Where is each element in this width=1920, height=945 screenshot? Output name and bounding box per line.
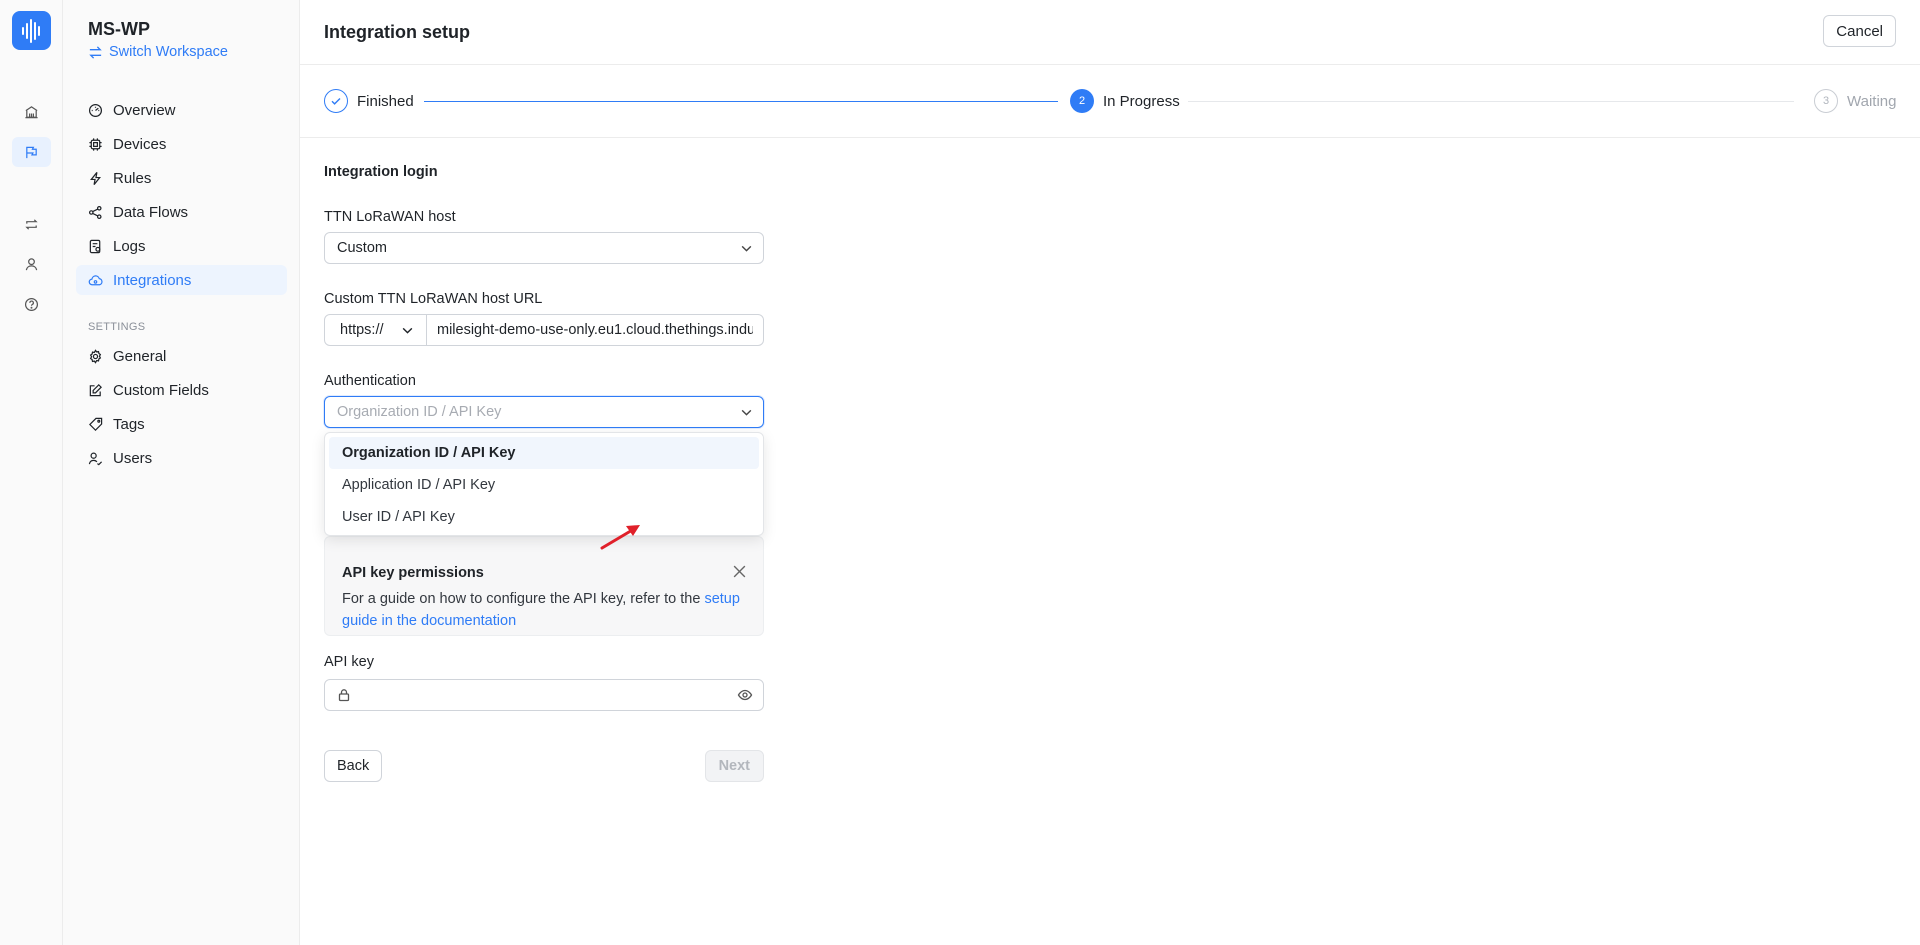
step-waiting: 3 Waiting [1814, 89, 1896, 113]
sidebar-item-rules[interactable]: Rules [76, 163, 287, 193]
host-label: TTN LoRaWAN host [324, 209, 456, 225]
logs-icon [89, 239, 101, 253]
cancel-button[interactable]: Cancel [1823, 15, 1896, 47]
auth-option-application[interactable]: Application ID / API Key [329, 469, 759, 501]
auth-option-organization[interactable]: Organization ID / API Key [329, 437, 759, 469]
step-label: In Progress [1103, 92, 1180, 110]
stepper: Finished 2 In Progress 3 Waiting [300, 65, 1920, 138]
gear-icon [89, 348, 102, 364]
back-button[interactable]: Back [324, 750, 383, 782]
sidebar: MS-WP Switch Workspace Overview Devices … [63, 0, 300, 945]
settings-heading: SETTINGS [88, 321, 146, 333]
repeat-icon [25, 218, 38, 230]
cloud-icon [88, 274, 103, 285]
annotation-arrow-icon [600, 525, 640, 550]
switch-workspace-link[interactable]: Switch Workspace [88, 44, 228, 60]
sidebar-item-label: Users [113, 449, 153, 467]
authentication-placeholder: Organization ID / API Key [337, 404, 502, 420]
app-logo[interactable] [12, 11, 51, 50]
switch-workspace-label: Switch Workspace [109, 44, 228, 60]
sidebar-item-label: Rules [113, 169, 152, 187]
rail-home-button[interactable] [12, 97, 51, 127]
lock-icon [338, 689, 350, 702]
chevron-down-icon [402, 327, 413, 334]
host-url-group: https:// [324, 314, 764, 346]
sidebar-item-label: Tags [113, 415, 145, 433]
url-label: Custom TTN LoRaWAN host URL [324, 291, 543, 307]
edit-icon [89, 383, 102, 396]
rail-repeat-button[interactable] [12, 209, 51, 239]
protocol-select[interactable]: https:// [325, 315, 427, 345]
section-title: Integration login [324, 164, 438, 180]
step-circle [324, 89, 348, 113]
gauge-icon [88, 103, 103, 117]
step-in-progress: 2 In Progress [1070, 89, 1180, 113]
share-icon [88, 205, 102, 219]
api-key-permissions-alert: API key permissions For a guide on how t… [324, 536, 764, 636]
next-button[interactable]: Next [704, 750, 764, 782]
sidebar-item-overview[interactable]: Overview [76, 95, 287, 125]
alert-text: For a guide on how to configure the API … [342, 588, 742, 632]
sidebar-item-label: General [113, 347, 167, 365]
close-icon[interactable] [732, 564, 747, 579]
sidebar-item-label: Data Flows [113, 203, 189, 221]
users-icon [88, 452, 103, 465]
sidebar-item-users[interactable]: Users [76, 443, 287, 473]
workspace-name: MS-WP [88, 19, 150, 39]
host-select[interactable]: Custom [324, 232, 764, 264]
step-label: Finished [357, 92, 414, 110]
rail-user-button[interactable] [12, 249, 51, 279]
sidebar-item-label: Overview [113, 101, 176, 119]
chip-icon [89, 137, 102, 151]
step-connector-pending [1188, 101, 1794, 102]
alert-body: For a guide on how to configure the API … [342, 591, 701, 607]
sidebar-item-label: Custom Fields [113, 381, 209, 399]
chevron-down-icon [741, 409, 752, 416]
swap-arrows-icon [89, 45, 102, 59]
chevron-down-icon [741, 245, 752, 252]
page-header: Integration setup Cancel [300, 0, 1920, 65]
user-icon [25, 257, 38, 270]
rail-flag-button[interactable] [12, 137, 51, 167]
icon-rail [0, 0, 63, 945]
sidebar-item-integrations[interactable]: Integrations [76, 265, 287, 295]
host-url-input[interactable] [427, 315, 763, 345]
authentication-label: Authentication [324, 373, 416, 389]
bolt-icon [90, 171, 101, 185]
main-content: Integration setup Cancel Finished 2 In P… [300, 0, 1920, 945]
flag-icon [26, 146, 37, 158]
check-icon [331, 98, 341, 105]
help-icon [24, 297, 39, 311]
sidebar-item-devices[interactable]: Devices [76, 129, 287, 159]
sidebar-item-label: Devices [113, 135, 167, 153]
protocol-value: https:// [340, 322, 384, 338]
auth-option-user[interactable]: User ID / API Key [329, 501, 759, 533]
step-circle: 2 [1070, 89, 1094, 113]
alert-title: API key permissions [342, 565, 484, 581]
sidebar-item-logs[interactable]: Logs [76, 231, 287, 261]
step-label: Waiting [1847, 92, 1897, 110]
sidebar-item-label: Logs [113, 237, 146, 255]
sidebar-item-general[interactable]: General [76, 341, 287, 371]
api-key-label: API key [324, 654, 374, 670]
sidebar-item-custom-fields[interactable]: Custom Fields [76, 375, 287, 405]
host-selected-value: Custom [337, 240, 387, 256]
eye-icon[interactable] [737, 687, 753, 703]
sidebar-item-tags[interactable]: Tags [76, 409, 287, 439]
step-connector-complete [424, 101, 1058, 102]
tag-icon [89, 417, 103, 431]
sidebar-item-label: Integrations [113, 271, 192, 289]
sidebar-item-data-flows[interactable]: Data Flows [76, 197, 287, 227]
step-finished: Finished [324, 89, 414, 113]
authentication-dropdown: Organization ID / API Key Application ID… [324, 432, 764, 536]
api-key-field [324, 679, 764, 711]
api-key-input[interactable] [351, 680, 737, 710]
step-circle: 3 [1814, 89, 1838, 113]
home-icon [25, 105, 38, 118]
rail-help-button[interactable] [12, 289, 51, 319]
waveform-logo-icon [21, 18, 40, 43]
page-title: Integration setup [324, 22, 471, 42]
authentication-select[interactable]: Organization ID / API Key [324, 396, 764, 428]
